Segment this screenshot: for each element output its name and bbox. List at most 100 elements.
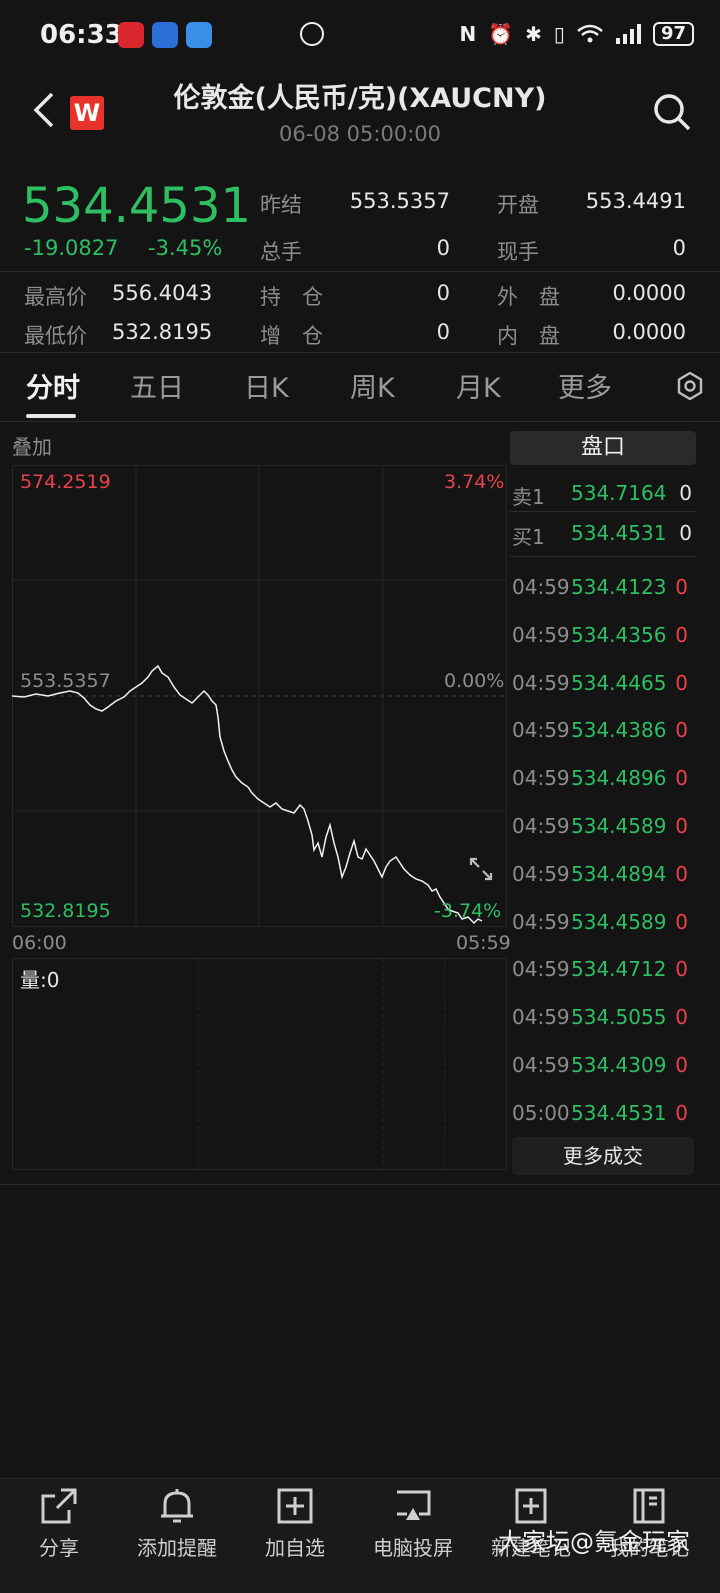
divider bbox=[510, 511, 696, 512]
page-title: 伦敦金(人民币/克)(XAUCNY) bbox=[173, 83, 547, 114]
trade-row: 04:59 534.5055 0 bbox=[512, 1005, 694, 1041]
current-volume-value: 0 bbox=[672, 236, 686, 260]
trade-time: 04:59 bbox=[512, 575, 570, 599]
alarm-icon: ⏰ bbox=[488, 22, 514, 46]
price-line bbox=[12, 664, 483, 925]
tab-daily-k[interactable]: 日K bbox=[244, 366, 289, 405]
y-axis-top-price: 574.2519 bbox=[20, 471, 111, 493]
trade-time: 04:59 bbox=[512, 957, 570, 982]
trade-volume: 0 bbox=[675, 575, 688, 599]
trade-volume: 0 bbox=[675, 1005, 688, 1030]
trade-volume: 0 bbox=[675, 1053, 688, 1077]
inner-label: 内 盘 bbox=[497, 324, 560, 348]
low-value: 532.8195 bbox=[112, 320, 213, 344]
volume-grid bbox=[197, 958, 446, 1170]
trade-time: 04:59 bbox=[512, 1053, 570, 1077]
notebook-icon bbox=[633, 1488, 665, 1524]
vibrate-icon: ▯ bbox=[553, 22, 565, 46]
nav-add-alert-label: 添加提醒 bbox=[137, 1536, 217, 1560]
y-axis-top-pct: 3.74% bbox=[444, 471, 505, 493]
trade-row: 05:00 534.4531 0 bbox=[512, 1101, 694, 1137]
bluetooth-icon: ✱ bbox=[525, 22, 542, 46]
trade-row: 04:59 534.4386 0 bbox=[512, 718, 694, 754]
outer-value: 0.0000 bbox=[612, 281, 686, 305]
trade-price: 534.4896 bbox=[571, 766, 667, 791]
battery-indicator: 97 bbox=[652, 22, 694, 46]
overlay-button[interactable]: 叠加 bbox=[12, 431, 52, 460]
tab-five-day[interactable]: 五日 bbox=[130, 366, 184, 405]
status-icons: N ⏰ ✱ ▯ 97 bbox=[459, 22, 694, 46]
orderbook-header[interactable]: 盘口 bbox=[510, 431, 696, 465]
sell1-volume: 0 bbox=[679, 481, 692, 505]
gear-icon[interactable] bbox=[676, 372, 704, 400]
share-icon bbox=[41, 1488, 77, 1524]
divider bbox=[0, 421, 720, 422]
nav-screen-cast[interactable]: 电脑投屏 bbox=[358, 1486, 468, 1561]
trade-row: 04:59 534.4712 0 bbox=[512, 957, 694, 993]
trade-price: 534.4589 bbox=[571, 909, 667, 934]
high-label: 最高价 bbox=[24, 285, 87, 309]
trade-time: 04:59 bbox=[512, 1005, 570, 1030]
inner-value: 0.0000 bbox=[612, 320, 686, 344]
tab-intraday[interactable]: 分时 bbox=[26, 366, 80, 405]
trade-time: 05:00 bbox=[512, 1100, 570, 1125]
bell-icon bbox=[161, 1489, 193, 1523]
trade-volume: 0 bbox=[675, 670, 688, 695]
trade-time: 04:59 bbox=[512, 861, 570, 886]
nav-share[interactable]: 分享 bbox=[4, 1486, 114, 1561]
trade-row: 04:59 534.4589 0 bbox=[512, 910, 694, 946]
total-volume-value: 0 bbox=[436, 236, 450, 260]
more-trades-button[interactable]: 更多成交 bbox=[512, 1137, 694, 1175]
trade-volume: 0 bbox=[675, 861, 688, 886]
trade-time: 04:59 bbox=[512, 909, 570, 934]
trade-price: 534.4356 bbox=[571, 622, 667, 647]
y-axis-bottom-price: 532.8195 bbox=[20, 900, 111, 922]
trade-row: 04:59 534.4465 0 bbox=[512, 671, 694, 707]
trade-price: 534.4386 bbox=[571, 718, 667, 743]
trade-volume: 0 bbox=[675, 766, 688, 791]
do-not-disturb-icon bbox=[300, 22, 324, 46]
wifi-icon bbox=[577, 24, 603, 43]
volume-label: 量:0 bbox=[20, 968, 60, 992]
trade-volume: 0 bbox=[675, 957, 688, 982]
buy1-volume: 0 bbox=[679, 521, 692, 545]
quote-timestamp: 06-08 05:00:00 bbox=[278, 122, 441, 146]
open-value: 553.4491 bbox=[585, 189, 686, 213]
intraday-chart-svg bbox=[12, 465, 507, 927]
trade-price: 534.4309 bbox=[571, 1053, 667, 1077]
outer-label: 外 盘 bbox=[497, 285, 560, 309]
price-change: -19.0827 bbox=[24, 236, 119, 260]
trade-time: 04:59 bbox=[512, 814, 570, 838]
buy1-row: 买1 534.4531 0 bbox=[512, 521, 694, 557]
divider bbox=[510, 556, 696, 557]
buy1-label: 买1 bbox=[512, 525, 545, 549]
prev-settle-label: 昨结 bbox=[260, 193, 302, 217]
open-interest-value: 0 bbox=[436, 281, 450, 305]
trade-volume: 0 bbox=[675, 1100, 688, 1125]
buy1-price: 534.4531 bbox=[571, 521, 667, 545]
tab-monthly-k[interactable]: 月K bbox=[456, 366, 501, 405]
tab-more[interactable]: 更多 bbox=[558, 366, 612, 405]
open-interest-label: 持 仓 bbox=[260, 285, 323, 309]
oi-change-value: 0 bbox=[436, 320, 450, 344]
trade-row: 04:59 534.4356 0 bbox=[512, 623, 694, 659]
nav-share-label: 分享 bbox=[39, 1536, 79, 1560]
sell1-label: 卖1 bbox=[512, 485, 545, 509]
nfc-icon: N bbox=[459, 22, 477, 46]
trade-price: 534.4589 bbox=[571, 814, 667, 838]
expand-icon[interactable] bbox=[468, 856, 494, 882]
nav-add-watchlist[interactable]: 加自选 bbox=[240, 1486, 350, 1561]
low-label: 最低价 bbox=[24, 324, 87, 348]
trade-volume: 0 bbox=[675, 718, 688, 743]
search-icon[interactable] bbox=[652, 92, 692, 132]
app-map-icon bbox=[152, 22, 178, 48]
trade-row: 04:59 534.4589 0 bbox=[512, 814, 694, 850]
nav-screen-cast-label: 电脑投屏 bbox=[373, 1536, 453, 1560]
trade-volume: 0 bbox=[675, 909, 688, 934]
tab-active-indicator bbox=[26, 414, 76, 418]
tab-weekly-k[interactable]: 周K bbox=[350, 366, 395, 405]
app-browser-icon bbox=[186, 22, 212, 48]
nav-add-alert[interactable]: 添加提醒 bbox=[122, 1486, 232, 1561]
divider bbox=[0, 271, 720, 272]
price-change-pct: -3.45% bbox=[148, 236, 223, 260]
